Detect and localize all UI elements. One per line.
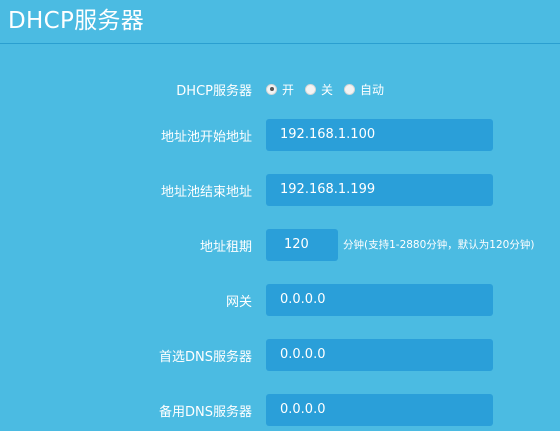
primary-dns-input[interactable]: 0.0.0.0: [266, 339, 493, 371]
radio-on-label[interactable]: 开: [282, 81, 294, 98]
radio-option-auto[interactable]: 自动: [344, 81, 384, 98]
primary-dns-row: 首选DNS服务器 0.0.0.0: [0, 339, 560, 371]
gateway-row: 网关 0.0.0.0: [0, 284, 560, 316]
pool-end-input[interactable]: 192.168.1.199: [266, 174, 493, 206]
gateway-input[interactable]: 0.0.0.0: [266, 284, 493, 316]
pool-start-row: 地址池开始地址 192.168.1.100: [0, 119, 560, 151]
radio-off-indicator[interactable]: [305, 83, 317, 95]
primary-dns-label: 首选DNS服务器: [159, 350, 252, 365]
dhcp-server-label: DHCP服务器: [176, 84, 252, 99]
lease-hint: 分钟(支持1-2880分钟，默认为120分钟): [343, 239, 535, 251]
gateway-label: 网关: [225, 295, 252, 310]
pool-start-input[interactable]: 192.168.1.100: [266, 119, 493, 151]
page-title: DHCP服务器: [8, 8, 145, 34]
pool-start-label: 地址池开始地址: [160, 130, 252, 145]
radio-auto-indicator[interactable]: [344, 83, 356, 95]
radio-option-off[interactable]: 关: [305, 81, 333, 98]
lease-row: 地址租期 120 分钟(支持1-2880分钟，默认为120分钟): [0, 229, 560, 261]
radio-off-label[interactable]: 关: [321, 81, 333, 98]
radio-on-indicator[interactable]: [266, 83, 277, 95]
radio-auto-label[interactable]: 自动: [360, 81, 384, 98]
lease-input[interactable]: 120: [266, 229, 338, 261]
lease-label: 地址租期: [199, 240, 252, 255]
secondary-dns-label: 备用DNS服务器: [159, 405, 252, 420]
title-divider: [0, 43, 560, 44]
secondary-dns-input[interactable]: 0.0.0.0: [266, 394, 493, 426]
dhcp-server-radio-group: 开 关 自动: [266, 79, 395, 99]
dhcp-server-row: DHCP服务器 开 关 自动: [0, 79, 560, 100]
secondary-dns-row: 备用DNS服务器 0.0.0.0: [0, 394, 560, 426]
pool-end-label: 地址池结束地址: [160, 185, 252, 200]
pool-end-row: 地址池结束地址 192.168.1.199: [0, 174, 560, 206]
radio-option-on[interactable]: 开: [266, 81, 294, 98]
